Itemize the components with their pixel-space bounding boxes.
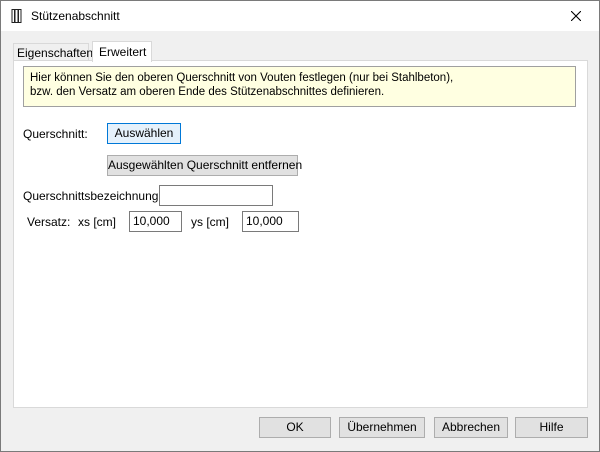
close-button[interactable] xyxy=(553,1,599,31)
apply-button[interactable]: Übernehmen xyxy=(339,417,425,438)
querschnitt-label: Querschnitt: xyxy=(23,127,88,141)
ok-button[interactable]: OK xyxy=(259,417,331,438)
window-title: Stützenabschnitt xyxy=(31,9,120,23)
tab-panel-erweitert: Hier können Sie den oberen Querschnitt v… xyxy=(13,60,588,408)
querschnitt-entfernen-button[interactable]: Ausgewählten Querschnitt entfernen xyxy=(107,155,302,176)
auswaehlen-button[interactable]: Auswählen xyxy=(107,123,181,144)
bezeichnung-label: Querschnittsbezeichnung xyxy=(23,189,159,203)
tab-erweitert[interactable]: Erweitert xyxy=(92,41,152,62)
info-box: Hier können Sie den oberen Querschnitt v… xyxy=(23,66,576,107)
help-button[interactable]: Hilfe xyxy=(515,417,588,438)
info-line-1: Hier können Sie den oberen Querschnitt v… xyxy=(30,72,454,84)
versatz-label: Versatz: xyxy=(27,215,71,229)
bezeichnung-field[interactable] xyxy=(159,185,273,206)
cancel-button[interactable]: Abbrechen xyxy=(434,417,508,438)
ys-label: ys [cm] xyxy=(191,215,229,229)
title-bar: Stützenabschnitt xyxy=(1,1,599,31)
dialog-window: Stützenabschnitt Eigenschaften Erweitert… xyxy=(0,0,600,452)
close-icon xyxy=(571,11,581,21)
xs-field[interactable]: 10,000 xyxy=(129,211,182,232)
pillar-icon xyxy=(11,9,22,23)
xs-label: xs [cm] xyxy=(78,215,116,229)
info-line-2: bzw. den Versatz am oberen Ende des Stüt… xyxy=(30,86,385,98)
ys-field[interactable]: 10,000 xyxy=(242,211,299,232)
